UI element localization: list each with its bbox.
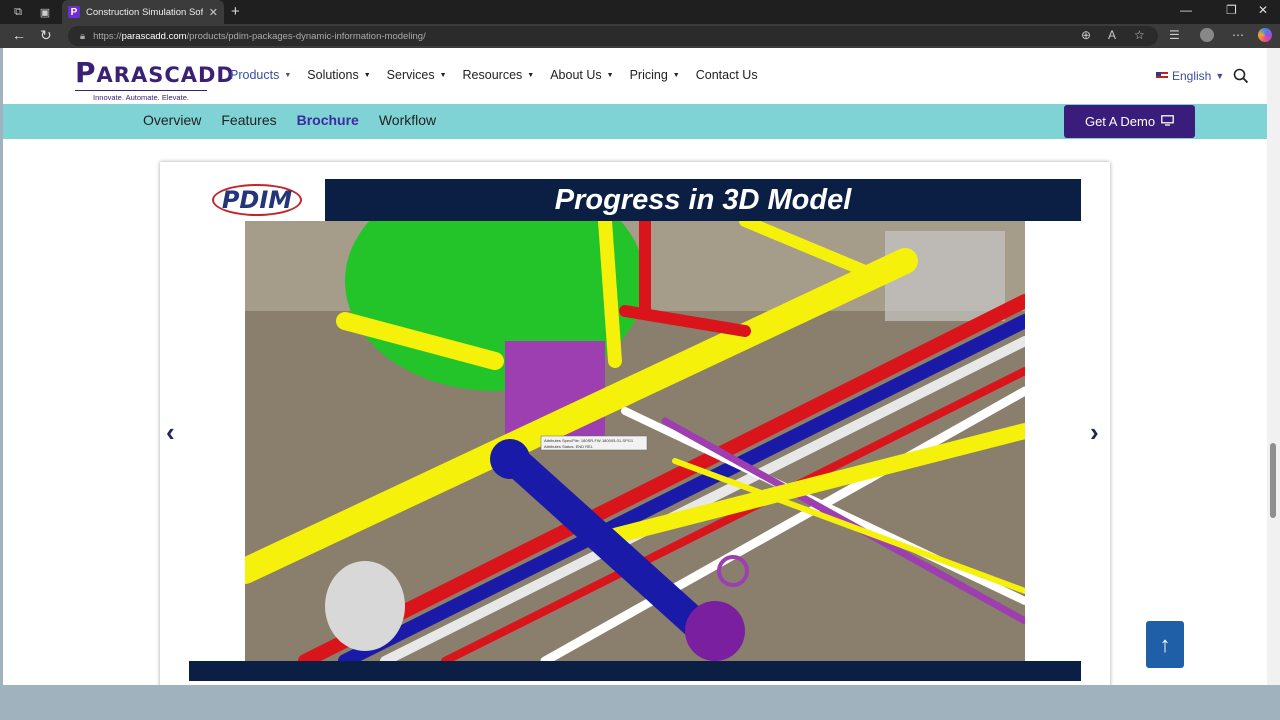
nav-about-us[interactable]: About Us ▼ — [550, 68, 613, 82]
caret-down-icon: ▼ — [439, 71, 447, 79]
page-scrollbar[interactable] — [1267, 48, 1280, 685]
restore-icon[interactable]: ❐ — [1226, 3, 1237, 17]
caret-down-icon: ▼ — [363, 71, 371, 79]
caret-down-icon: ▼ — [1215, 71, 1225, 81]
read-aloud-icon[interactable]: A — [1108, 28, 1116, 42]
profile-avatar[interactable] — [1200, 28, 1214, 42]
refresh-icon[interactable]: ↻ — [40, 27, 52, 44]
us-flag-icon — [1156, 72, 1168, 80]
subnav-workflow[interactable]: Workflow — [379, 112, 436, 128]
pdim-logo: PDIM — [189, 179, 325, 221]
address-bar-row: ← ↻ 🔒︎ https://parascadd.com/products/pd… — [0, 24, 1280, 48]
url-field[interactable]: 🔒︎ https://parascadd.com/products/pdim-p… — [68, 26, 1158, 46]
web-page: PARASCADD Innovate. Automate. Elevate. P… — [3, 48, 1267, 685]
caret-down-icon: ▼ — [527, 71, 535, 79]
site-header: PARASCADD Innovate. Automate. Elevate. P… — [3, 48, 1267, 104]
close-window-icon[interactable]: ✕ — [1258, 3, 1268, 17]
tab-actions-icon[interactable]: ▣ — [36, 3, 54, 21]
nav-contact-us[interactable]: Contact Us — [696, 68, 758, 82]
subnav-overview[interactable]: Overview — [143, 112, 201, 128]
slide-title: Progress in 3D Model — [554, 183, 852, 216]
brochure-slider: PDIM Progress in 3D Model Attributes Spe… — [160, 162, 1110, 685]
model-tooltip-line1: Attributes Spec/File: 180SR-FW-180005-01… — [544, 438, 634, 443]
tab-title: Construction Simulation Software — [86, 6, 203, 18]
caret-down-icon: ▼ — [284, 71, 292, 79]
url-text: https://parascadd.com/products/pdim-pack… — [93, 30, 426, 42]
language-selector[interactable]: English ▼ — [1156, 69, 1224, 83]
browser-tab-bar: ⧉ ▣ P Construction Simulation Software ✕… — [0, 0, 1280, 24]
get-demo-button[interactable]: Get A Demo — [1064, 105, 1195, 138]
favicon-icon: P — [68, 6, 80, 18]
model-tooltip-line2: Attributes Status: END REL — [544, 444, 594, 449]
piping-3d-model-image: Attributes Spec/File: 180SR-FW-180005-01… — [245, 221, 1025, 661]
nav-products[interactable]: Products ▼ — [230, 68, 291, 82]
main-nav: Products ▼ Solutions ▼ Services ▼ Resources… — [230, 68, 774, 82]
nav-solutions[interactable]: Solutions ▼ — [307, 68, 370, 82]
get-demo-label: Get A Demo — [1084, 114, 1156, 129]
logo-tagline: Innovate. Automate. Elevate. — [75, 90, 207, 102]
language-label: English — [1172, 69, 1212, 83]
lock-icon: 🔒︎ — [80, 30, 86, 42]
scroll-to-top-button[interactable]: ↑ — [1146, 621, 1184, 668]
search-icon[interactable] — [1232, 67, 1250, 85]
parascadd-logo[interactable]: PARASCADD Innovate. Automate. Elevate. — [75, 56, 235, 102]
copilot-icon[interactable] — [1258, 28, 1272, 42]
scrollbar-thumb[interactable] — [1270, 443, 1276, 518]
new-tab-icon[interactable]: + — [231, 3, 240, 20]
monitor-icon — [1161, 114, 1174, 129]
next-slide-icon[interactable]: › — [1090, 417, 1099, 448]
subnav-features[interactable]: Features — [221, 112, 276, 128]
back-icon[interactable]: ← — [12, 27, 26, 43]
minimize-icon[interactable]: — — [1180, 3, 1192, 17]
logo-wordmark: PARASCADD — [75, 56, 235, 89]
close-tab-icon[interactable]: ✕ — [209, 6, 218, 19]
slide-footer — [189, 661, 1081, 681]
arrow-up-icon: ↑ — [1159, 631, 1171, 657]
favorites-icon[interactable]: ☰ — [1169, 28, 1180, 42]
workspaces-icon[interactable]: ⧉ — [9, 3, 27, 21]
browser-tab[interactable]: P Construction Simulation Software ✕ — [62, 0, 224, 24]
favorite-star-icon[interactable]: ☆ — [1134, 28, 1145, 42]
nav-resources[interactable]: Resources ▼ — [463, 68, 535, 82]
product-subnav: Overview Features Brochure Workflow Get … — [3, 104, 1267, 139]
nav-services[interactable]: Services ▼ — [387, 68, 447, 82]
subnav-brochure[interactable]: Brochure — [297, 112, 359, 128]
caret-down-icon: ▼ — [672, 71, 680, 79]
more-menu-icon[interactable]: ⋯ — [1232, 28, 1244, 42]
caret-down-icon: ▼ — [606, 71, 614, 79]
prev-slide-icon[interactable]: ‹ — [166, 417, 175, 448]
zoom-icon[interactable]: ⊕ — [1081, 28, 1091, 42]
slide-header: PDIM Progress in 3D Model — [189, 179, 1081, 221]
nav-pricing[interactable]: Pricing ▼ — [630, 68, 680, 82]
